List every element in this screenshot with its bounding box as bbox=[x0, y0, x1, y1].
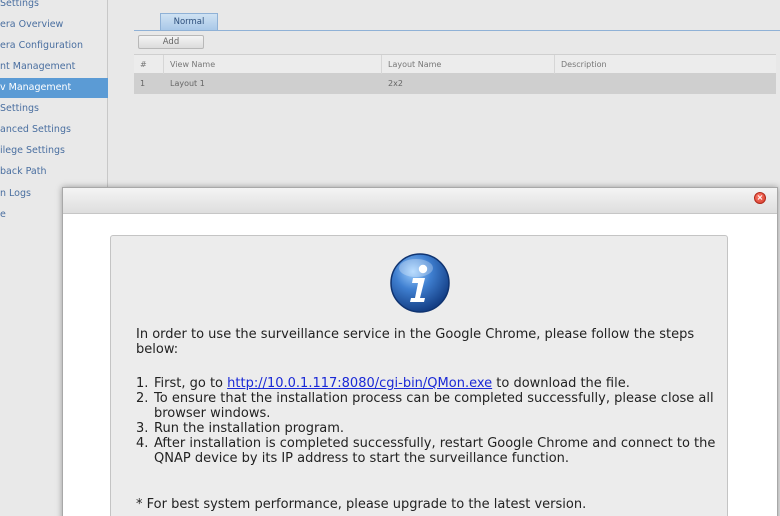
sidebar-item-event-management[interactable]: nt Management bbox=[0, 57, 108, 77]
sidebar-item-settings[interactable]: Settings bbox=[0, 0, 108, 14]
add-button[interactable]: Add bbox=[138, 35, 204, 49]
performance-note: * For best system performance, please up… bbox=[136, 497, 587, 512]
list-item: 3. Run the installation program. bbox=[136, 421, 716, 436]
table-row[interactable]: 1 Layout 1 2x2 bbox=[134, 74, 776, 94]
row-number: 1 bbox=[140, 79, 146, 88]
sidebar-item-camera-configuration[interactable]: era Configuration bbox=[0, 36, 108, 56]
sidebar-item-privilege-settings[interactable]: ilege Settings bbox=[0, 141, 108, 161]
list-item: 1. First, go to http://10.0.1.117:8080/cg… bbox=[136, 376, 716, 391]
step1-text-after: to download the file. bbox=[492, 376, 630, 391]
sidebar-item-settings-2[interactable]: Settings bbox=[0, 99, 108, 119]
step-number: 4. bbox=[136, 436, 149, 451]
table-header: # View Name Layout Name Description bbox=[134, 54, 776, 75]
list-item: 2. To ensure that the installation proces… bbox=[136, 391, 716, 421]
dialog-message-box: In order to use the surveillance service… bbox=[110, 235, 728, 516]
view-table: # View Name Layout Name Description 1 La… bbox=[134, 54, 776, 94]
download-link[interactable]: http://10.0.1.117:8080/cgi-bin/QMon.exe bbox=[227, 376, 492, 391]
step4-text: After installation is completed successf… bbox=[154, 436, 716, 466]
step-number: 3. bbox=[136, 421, 149, 436]
dialog-intro-text: In order to use the surveillance service… bbox=[136, 327, 695, 357]
step-number: 1. bbox=[136, 376, 149, 391]
tab-normal[interactable]: Normal bbox=[160, 13, 218, 30]
chrome-plugin-dialog: × In order to use the surveillance servi… bbox=[62, 187, 778, 516]
step2-text: To ensure that the installation process … bbox=[154, 391, 714, 421]
row-layout-name: 2x2 bbox=[388, 79, 403, 88]
step-number: 2. bbox=[136, 391, 149, 406]
column-header-description[interactable]: Description bbox=[555, 55, 776, 75]
row-view-name: Layout 1 bbox=[170, 79, 205, 88]
column-header-view-name[interactable]: View Name bbox=[164, 55, 382, 75]
column-header-layout-name[interactable]: Layout Name bbox=[382, 55, 555, 75]
tab-divider bbox=[134, 30, 780, 31]
close-icon[interactable]: × bbox=[754, 192, 766, 204]
dialog-title-bar: × bbox=[63, 188, 777, 214]
step1-text-before: First, go to bbox=[154, 376, 228, 391]
sidebar-item-advanced-settings[interactable]: anced Settings bbox=[0, 120, 108, 140]
sidebar-item-playback-path[interactable]: back Path bbox=[0, 162, 108, 182]
step3-text: Run the installation program. bbox=[154, 421, 345, 436]
row-description bbox=[555, 74, 776, 94]
info-icon bbox=[390, 253, 450, 313]
sidebar-item-view-management[interactable]: v Management bbox=[0, 78, 108, 98]
column-header-number[interactable]: # bbox=[134, 55, 164, 75]
sidebar-item-camera-overview[interactable]: era Overview bbox=[0, 15, 108, 35]
list-item: 4. After installation is completed succes… bbox=[136, 436, 716, 466]
install-steps-list: 1. First, go to http://10.0.1.117:8080/cg… bbox=[136, 376, 716, 466]
